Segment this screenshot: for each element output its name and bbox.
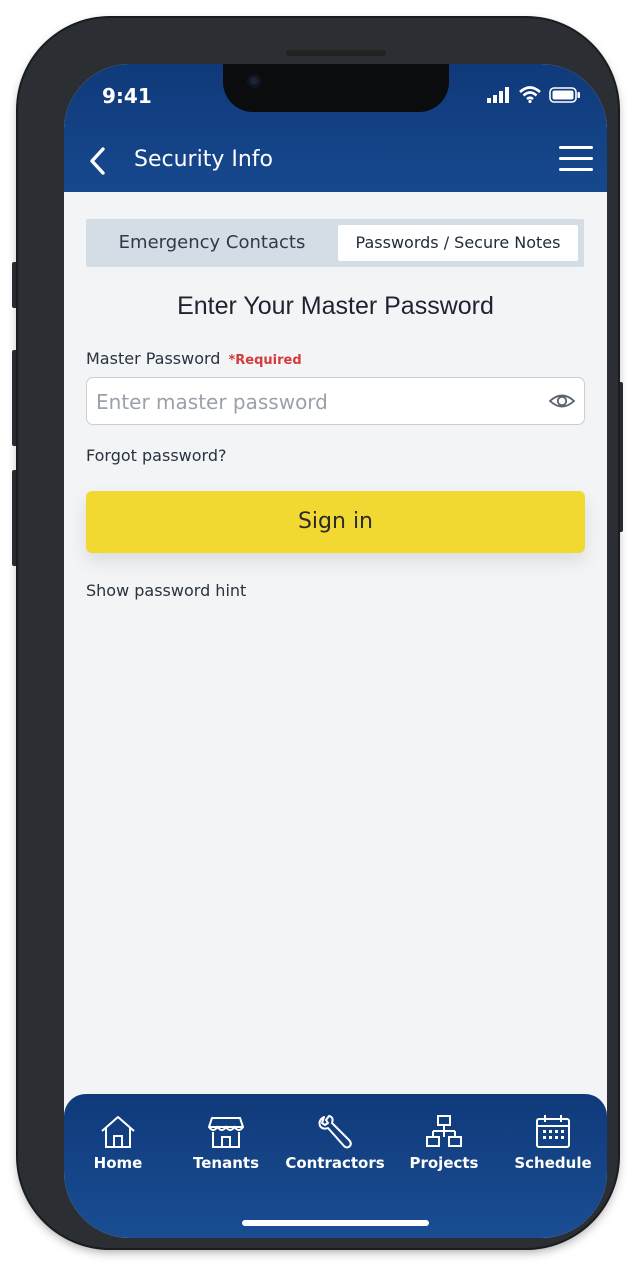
wrench-icon — [318, 1115, 352, 1149]
nav-home[interactable]: Home — [64, 1114, 172, 1172]
form-title: Enter Your Master Password — [177, 292, 494, 320]
nav-label: Schedule — [514, 1154, 592, 1172]
phone-frame: 9:41 Security Info Emergency Contacts Pa… — [18, 18, 618, 1248]
master-password-input[interactable] — [94, 378, 538, 426]
menu-line — [559, 168, 593, 171]
nav-label: Contractors — [285, 1154, 385, 1172]
org-chart-icon — [426, 1115, 462, 1147]
notch — [223, 50, 449, 112]
nav-contractors[interactable]: Contractors — [281, 1114, 389, 1172]
tab-emergency-contacts[interactable]: Emergency Contacts — [86, 219, 338, 267]
page-title: Security Info — [134, 147, 273, 172]
nav-projects[interactable]: Projects — [390, 1114, 498, 1172]
nav-tenants[interactable]: Tenants — [172, 1114, 280, 1172]
master-password-label: Master Password *Required — [86, 349, 302, 368]
show-password-hint-link[interactable]: Show password hint — [86, 581, 246, 600]
speaker — [286, 50, 386, 56]
field-label-text: Master Password — [86, 349, 221, 368]
bottom-nav: Home Tenants Contractors Projects Schedu… — [64, 1094, 607, 1238]
signal-icon — [487, 86, 509, 103]
master-password-field — [86, 377, 585, 426]
forgot-password-link[interactable]: Forgot password? — [86, 446, 226, 465]
nav-label: Home — [93, 1154, 143, 1172]
status-time: 9:41 — [102, 84, 152, 108]
back-arrow-icon[interactable] — [86, 146, 110, 176]
sign-in-button[interactable]: Sign in — [86, 491, 585, 553]
calendar-icon — [536, 1115, 570, 1148]
menu-line — [559, 146, 593, 149]
storefront-icon — [208, 1117, 244, 1148]
wifi-icon — [519, 86, 541, 103]
status-icons — [487, 86, 581, 103]
battery-icon — [549, 86, 580, 103]
nav-label: Tenants — [193, 1154, 259, 1172]
hamburger-menu-icon[interactable] — [559, 146, 593, 172]
nav-schedule[interactable]: Schedule — [499, 1114, 607, 1172]
screen: 9:41 Security Info Emergency Contacts Pa… — [64, 64, 607, 1238]
house-icon — [101, 1116, 135, 1148]
segmented-tabs: Emergency Contacts Passwords / Secure No… — [86, 219, 584, 267]
menu-line — [559, 157, 593, 160]
required-badge: *Required — [228, 353, 302, 368]
tab-passwords-secure-notes[interactable]: Passwords / Secure Notes — [338, 225, 578, 261]
show-password-eye-icon[interactable] — [548, 388, 576, 414]
nav-label: Projects — [409, 1154, 479, 1172]
camera — [247, 74, 261, 88]
home-indicator — [242, 1220, 429, 1226]
